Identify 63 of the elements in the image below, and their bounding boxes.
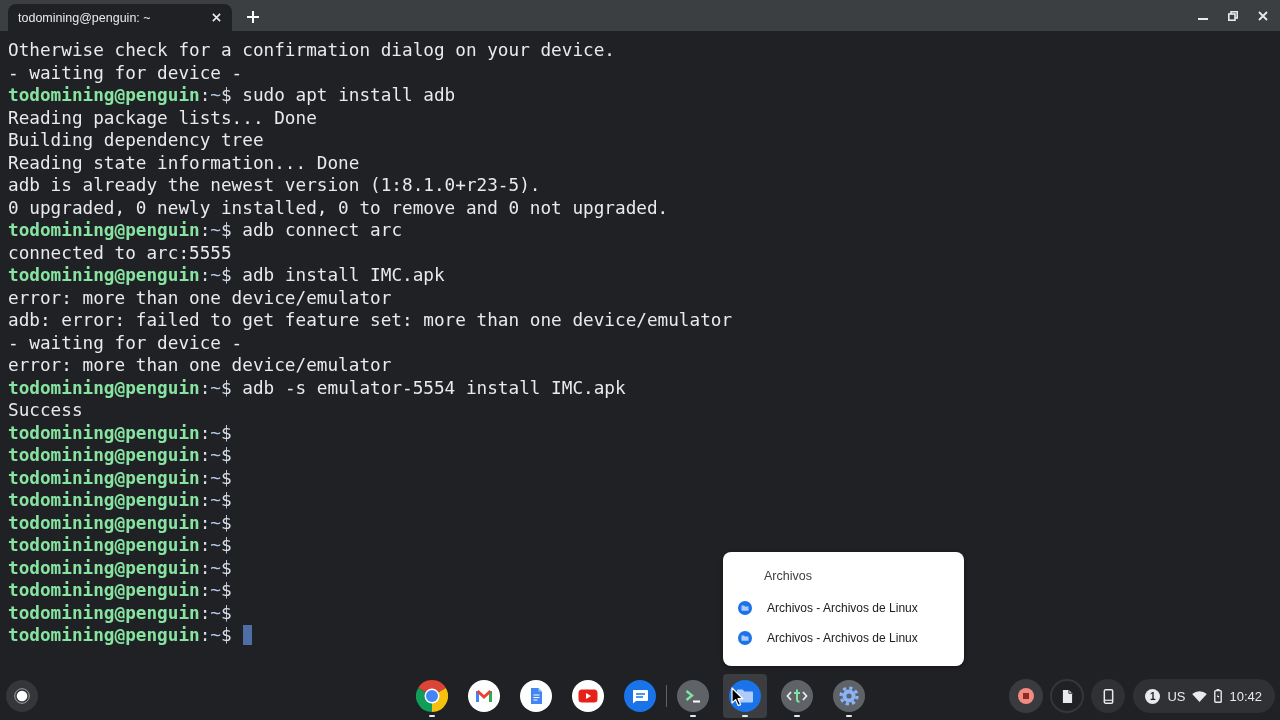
terminal-prompt-line: todomining@penguin:~$ adb connect arc (8, 219, 403, 242)
terminal-output-line: connected to arc:5555 (8, 241, 232, 264)
screen-record-button[interactable] (1009, 679, 1044, 713)
terminal-output-line: error: more than one device/emulator (8, 286, 392, 309)
menu-title: Archivos (764, 568, 812, 585)
terminal-prompt-line: todomining@penguin:~$ (8, 624, 232, 647)
phone-hub-button[interactable] (1091, 679, 1126, 713)
document-icon (1061, 688, 1073, 704)
battery-icon (1214, 689, 1223, 703)
launcher-icon (14, 688, 30, 704)
code-tag-icon (780, 680, 813, 712)
phone-icon (1102, 688, 1114, 704)
keyboard-layout: US (1167, 688, 1186, 704)
browser-icon (415, 680, 448, 712)
terminal-prompt-line: todomining@penguin:~$ (8, 444, 232, 467)
folder-icon (738, 631, 752, 645)
minimize-icon (1198, 18, 1208, 20)
terminal-output-line: Reading package lists... Done (8, 106, 317, 129)
menu-item[interactable]: Archivos - Archivos de Linux (723, 593, 964, 623)
clock-time: 10:42 (1229, 688, 1262, 704)
terminal-prompt-line: todomining@penguin:~$ (8, 534, 232, 557)
terminal-output-line: - waiting for device - (8, 331, 243, 354)
chat-bubble-icon (623, 680, 656, 712)
terminal-prompt-line: todomining@penguin:~$ (8, 489, 232, 512)
note-button[interactable] (1050, 679, 1085, 713)
shelf-app-button[interactable] (722, 674, 767, 718)
terminal-output-line: 0 upgraded, 0 newly installed, 0 to remove and 0 not upgraded. (8, 196, 669, 219)
settings-icon (832, 680, 865, 712)
video-play-icon (571, 680, 604, 712)
terminal-output-line: adb is already the newest version (1:8.1.0+r23-5). (8, 174, 541, 197)
document-icon (519, 680, 552, 712)
terminal-output-line: Building dependency tree (8, 129, 264, 152)
mail-icon (467, 680, 500, 712)
terminal-output-line: error: more than one device/emulator (8, 354, 392, 377)
terminal-output-line: Otherwise check for a confirmation dialog on your device. (8, 39, 615, 62)
terminal-prompt-line: todomining@penguin:~$ (8, 601, 232, 624)
record-stop-icon (1018, 688, 1035, 704)
tab[interactable]: todomining@penguin: ~ (8, 4, 232, 31)
close-icon (211, 13, 221, 22)
terminal-prompt-line: todomining@penguin:~$ adb install IMC.apk (8, 264, 445, 287)
terminal-prompt-line: todomining@penguin:~$ adb -s emulator-5554 install IMC.apk (8, 376, 626, 399)
close-icon (1258, 10, 1268, 21)
terminal-output-line: Success (8, 399, 83, 422)
menu-item[interactable]: Archivos - Archivos de Linux (723, 623, 964, 653)
mouse-pointer-icon (731, 687, 744, 707)
terminal-prompt-line: todomining@penguin:~$ (8, 421, 232, 444)
restore-icon (1228, 10, 1238, 21)
terminal-output-line: - waiting for device - (8, 61, 243, 84)
terminal-prompt-line: todomining@penguin:~$ (8, 511, 232, 534)
plus-icon (247, 10, 259, 23)
terminal-prompt-line: todomining@penguin:~$ (8, 579, 232, 602)
terminal-output-line: adb: error: failed to get feature set: more than one device/emulator (8, 309, 733, 332)
folder-icon (738, 601, 752, 615)
status-tray[interactable]: 1 US 10:42 (1133, 679, 1275, 713)
terminal-output-line: Reading state information... Done (8, 151, 360, 174)
wifi-icon (1192, 690, 1208, 702)
terminal-prompt-line: todomining@penguin:~$ sudo apt install adb (8, 84, 456, 107)
new-tab-button[interactable] (245, 8, 261, 25)
launcher-button[interactable] (6, 680, 38, 712)
terminal-prompt-line: todomining@penguin:~$ (8, 556, 232, 579)
terminal-prompt-line: todomining@penguin:~$ (8, 466, 232, 489)
notification-count: 1 (1145, 688, 1161, 704)
terminal-icon (676, 680, 709, 712)
